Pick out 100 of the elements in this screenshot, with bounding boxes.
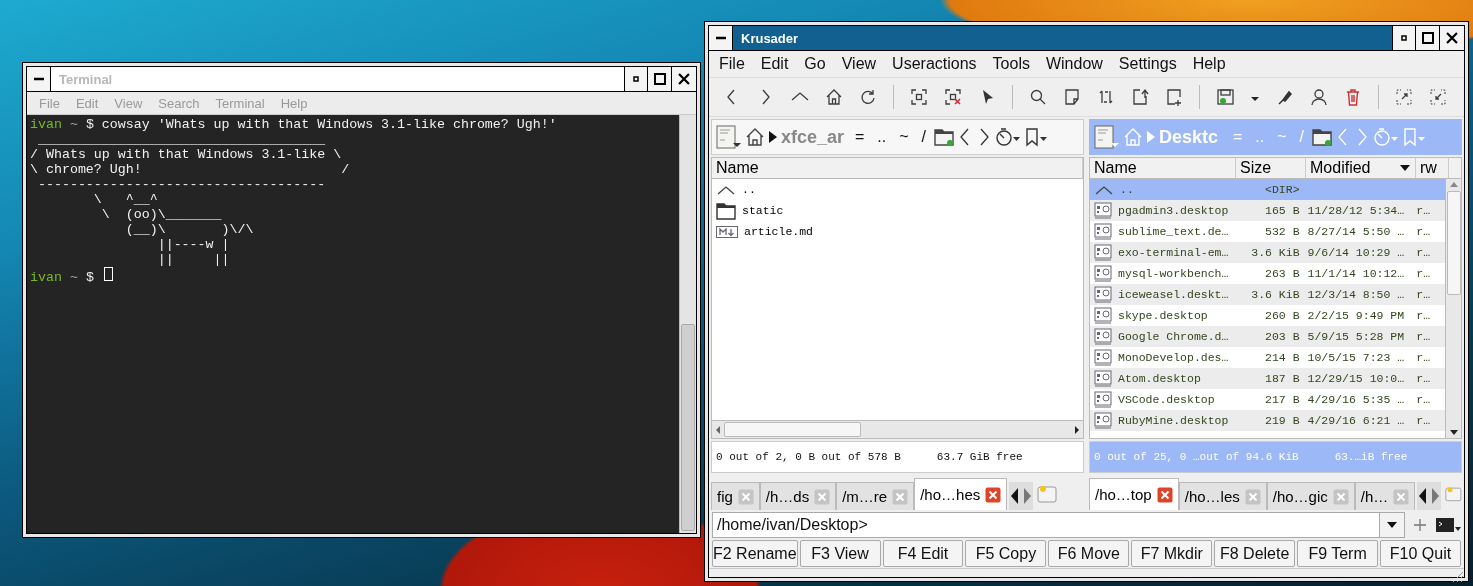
function-key-button[interactable]: F10 Quit bbox=[1380, 540, 1461, 567]
close-tab-icon[interactable] bbox=[1156, 486, 1173, 503]
file-row[interactable]: skype.desktop 260 B 2/2/15 9:49 PM r… bbox=[1090, 305, 1445, 326]
menu-item[interactable]: Help bbox=[1184, 55, 1234, 73]
shrink-icon[interactable] bbox=[1429, 88, 1447, 106]
menu-item[interactable]: Useractions bbox=[884, 55, 985, 73]
menu-item[interactable]: Window bbox=[1037, 55, 1111, 73]
function-key-button[interactable]: F9 Term bbox=[1297, 540, 1379, 567]
terminal-icon[interactable] bbox=[1435, 516, 1461, 534]
home-icon[interactable] bbox=[825, 88, 843, 106]
close-tab-icon[interactable] bbox=[985, 486, 1002, 503]
drive-icon[interactable] bbox=[1094, 125, 1120, 149]
menu-item[interactable]: Settings bbox=[1110, 55, 1185, 73]
folder-icon[interactable] bbox=[934, 127, 955, 147]
vertical-scrollbar[interactable] bbox=[679, 115, 696, 533]
function-key-button[interactable]: F5 Copy bbox=[965, 540, 1047, 567]
tab[interactable]: fig bbox=[711, 482, 760, 510]
stopwatch-icon[interactable] bbox=[995, 127, 1022, 147]
unselect-icon[interactable] bbox=[944, 88, 962, 106]
horizontal-scrollbar[interactable] bbox=[712, 420, 1083, 438]
desktop-file-icon bbox=[1094, 265, 1112, 282]
tab[interactable]: /ho…top bbox=[1089, 478, 1179, 510]
tab[interactable]: /ho…hes bbox=[914, 478, 1008, 510]
command-line-field[interactable]: /home/ivan/Desktop> bbox=[712, 512, 1379, 538]
folder-icon[interactable] bbox=[1312, 127, 1333, 147]
file-row[interactable]: static bbox=[712, 200, 1083, 221]
file-row[interactable]: iceweasel.deskt… 3.6 KiB 12/3/14 8:50 … r… bbox=[1090, 284, 1445, 305]
output-line: ||----w | bbox=[156, 237, 230, 252]
path-crumb[interactable]: = bbox=[850, 128, 870, 146]
path-crumb[interactable]: ~ bbox=[894, 128, 914, 146]
menu-item[interactable]: Edit bbox=[752, 55, 797, 73]
user-icon[interactable] bbox=[1310, 88, 1328, 106]
dropdown-button[interactable] bbox=[1379, 512, 1405, 538]
close-button[interactable] bbox=[1440, 26, 1464, 50]
home-icon[interactable] bbox=[745, 127, 765, 147]
menu-item[interactable]: View bbox=[833, 55, 885, 73]
maximize-button[interactable] bbox=[648, 67, 672, 91]
file-row[interactable]: VSCode.desktop 217 B 4/29/16 5:35 … r… bbox=[1090, 389, 1445, 410]
column-header[interactable]: Name bbox=[1090, 158, 1236, 178]
tab[interactable]: /ho…les bbox=[1178, 482, 1267, 510]
function-key-button[interactable]: F2 Rename bbox=[712, 540, 798, 567]
tab[interactable]: /h…ds bbox=[759, 482, 837, 510]
file-row[interactable]: .. bbox=[712, 179, 1083, 200]
bookmark-icon[interactable] bbox=[1024, 127, 1049, 147]
menu-item[interactable]: File bbox=[711, 55, 753, 73]
column-header[interactable]: Modified bbox=[1306, 158, 1416, 178]
file-row[interactable]: mysql-workbench… 263 B 11/1/14 10:12… r… bbox=[1090, 263, 1445, 284]
path-crumb[interactable]: / bbox=[916, 128, 932, 146]
file-arrow-icon[interactable] bbox=[1131, 88, 1149, 106]
up-arrow-icon[interactable] bbox=[1448, 180, 1459, 189]
menu-item[interactable]: Go bbox=[796, 55, 834, 73]
drive-icon[interactable] bbox=[716, 125, 742, 149]
file-row[interactable]: MonoDevelop.des… 214 B 10/5/15 7:23 … r… bbox=[1090, 347, 1445, 368]
refresh-icon[interactable] bbox=[859, 88, 877, 106]
window-menu-button[interactable] bbox=[709, 26, 733, 50]
file-size: 263 B bbox=[1265, 267, 1300, 280]
window-menu-button[interactable] bbox=[27, 67, 51, 91]
pen-icon[interactable] bbox=[1276, 88, 1294, 106]
tab[interactable]: /ho…gic bbox=[1266, 482, 1355, 510]
function-key-button[interactable]: F7 Mkdir bbox=[1131, 540, 1213, 567]
file-row[interactable]: pgadmin3.desktop 165 B 11/28/12 5:34… r… bbox=[1090, 200, 1445, 221]
file-permissions: r… bbox=[1416, 414, 1431, 427]
expand-icon[interactable] bbox=[1395, 88, 1413, 106]
file-row[interactable]: article.md bbox=[712, 221, 1083, 242]
compare-icon[interactable] bbox=[1097, 88, 1115, 106]
tab[interactable]: /m…re bbox=[836, 482, 915, 510]
file-row[interactable]: exo-terminal-em… 3.6 KiB 9/6/14 10:29 … r… bbox=[1090, 242, 1445, 263]
output-line: / Whats up with that Windows 3.1-like \ bbox=[30, 147, 342, 162]
column-header[interactable]: Size bbox=[1236, 158, 1306, 178]
search-icon[interactable] bbox=[1029, 88, 1047, 106]
minimize-button[interactable] bbox=[624, 67, 648, 91]
menu-item[interactable]: Tools bbox=[984, 55, 1038, 73]
file-size: 187 B bbox=[1265, 372, 1300, 385]
file-row[interactable]: Google Chrome.d… 203 B 5/9/15 5:28 PM r… bbox=[1090, 326, 1445, 347]
resize-grip-icon[interactable] bbox=[1450, 569, 1464, 583]
note-icon[interactable] bbox=[1063, 88, 1081, 106]
function-key-button[interactable]: F6 Move bbox=[1048, 540, 1130, 567]
file-row[interactable]: RubyMine.desktop 219 B 4/29/16 6:21 … r… bbox=[1090, 410, 1445, 431]
function-key-button[interactable]: F3 View bbox=[799, 540, 881, 567]
column-header[interactable]: rw bbox=[1416, 158, 1449, 178]
file-permissions: r… bbox=[1416, 288, 1431, 301]
plus-icon[interactable] bbox=[1413, 518, 1427, 532]
trash-icon[interactable] bbox=[1344, 88, 1362, 106]
right-arrow-icon[interactable] bbox=[1073, 424, 1081, 435]
file-row[interactable]: Atom.desktop 187 B 12/29/15 10:0… r… bbox=[1090, 368, 1445, 389]
function-key-button[interactable]: F4 Edit bbox=[882, 540, 964, 567]
file-row[interactable]: .. <DIR> bbox=[1090, 179, 1445, 200]
select-icon[interactable] bbox=[910, 88, 928, 106]
close-button[interactable] bbox=[672, 67, 696, 91]
minimize-button[interactable] bbox=[1392, 26, 1416, 50]
folder-icon bbox=[716, 201, 736, 220]
file-plus-icon[interactable] bbox=[1165, 88, 1183, 106]
down-arrow-icon[interactable] bbox=[1448, 428, 1459, 437]
function-key-button[interactable]: F8 Delete bbox=[1214, 540, 1296, 567]
maximize-button[interactable] bbox=[1416, 26, 1440, 50]
column-header[interactable]: Name bbox=[712, 158, 1083, 178]
file-row[interactable]: sublime_text.de… 532 B 8/27/14 5:50 … r… bbox=[1090, 221, 1445, 242]
vertical-scrollbar[interactable] bbox=[1445, 179, 1461, 438]
tab[interactable]: /h… bbox=[1354, 482, 1416, 510]
path-crumb[interactable]: .. bbox=[872, 128, 892, 146]
